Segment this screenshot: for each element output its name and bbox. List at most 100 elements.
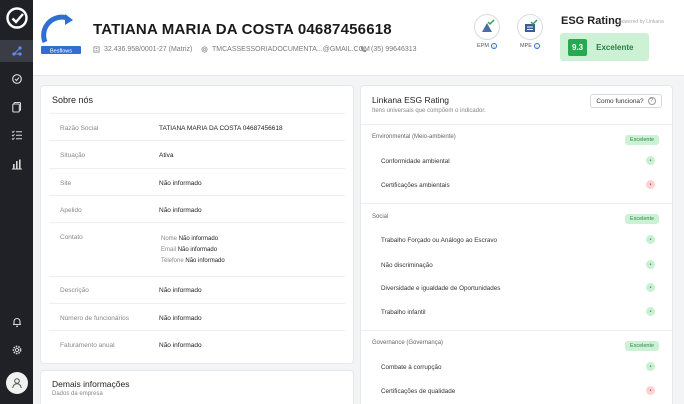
row-value: Não informado xyxy=(159,342,202,349)
divider xyxy=(49,195,345,196)
info-icon[interactable]: i xyxy=(533,43,540,49)
linkana-esg-card: Linkana ESG Rating Itens universais que … xyxy=(361,86,672,404)
more-info-subtitle: Dados da empresa xyxy=(52,391,103,397)
section-rating-badge: Excelente xyxy=(625,214,659,224)
phone-text[interactable]: (35) 99646313 xyxy=(371,46,417,53)
section-rating-badge: Excelente xyxy=(625,341,659,351)
divider xyxy=(361,203,672,204)
cnpj-info: 32.436.958/0001-27 (Matriz) xyxy=(93,46,192,53)
badge-epm-label: EPM xyxy=(477,43,489,49)
contact-phone: Telefone Não informado xyxy=(161,258,225,264)
epm-emblem-icon xyxy=(482,19,495,32)
status-fail-icon: • xyxy=(646,180,655,189)
row-value: Não informado xyxy=(159,287,202,294)
company-logo-text: Besflows xyxy=(50,49,72,55)
row-label: Faturamento anual xyxy=(60,342,115,349)
cnpj-text: 32.436.958/0001-27 (Matriz) xyxy=(104,46,193,53)
sidebar-item-refresh[interactable] xyxy=(0,68,33,90)
bar-chart-icon xyxy=(11,159,22,170)
row-label: Apelido xyxy=(60,207,82,214)
more-info-card: Demais informações Dados da empresa xyxy=(41,371,353,404)
sidebar-item-reports[interactable] xyxy=(0,153,33,175)
row-label: Contato xyxy=(60,234,83,241)
row-label: Razão Social xyxy=(60,125,99,132)
esg-rating-label: Excelente xyxy=(596,42,634,52)
checklist-icon xyxy=(11,130,22,141)
at-icon xyxy=(201,46,208,53)
row-label: Número de funcionários xyxy=(60,315,130,322)
phone-icon xyxy=(360,46,367,53)
gear-icon xyxy=(12,345,21,355)
row-label: Site xyxy=(60,180,72,187)
row-value: Não informado xyxy=(159,315,202,322)
linkana-title: Linkana ESG Rating xyxy=(372,95,450,105)
sidebar xyxy=(0,0,33,404)
bell-icon xyxy=(12,318,21,327)
esg-score: 9.3 xyxy=(568,38,588,56)
row-value: TATIANA MARIA DA COSTA 04687456618 xyxy=(159,125,283,132)
row-value: Não informado xyxy=(159,180,202,187)
esg-item-label: Certificações de qualidade xyxy=(381,388,456,395)
badge-mpe-label: MPE xyxy=(520,43,532,49)
email-text[interactable]: TMCASSESSORIADOCUMENTA...@GMAIL.COM xyxy=(212,46,370,53)
divider xyxy=(49,140,345,141)
how-it-works-label: Como funciona? xyxy=(596,97,644,105)
sidebar-item-checklist[interactable] xyxy=(0,124,33,146)
esg-rating-box: 9.3 Excelente xyxy=(560,33,649,61)
sidebar-item-settings[interactable] xyxy=(0,339,33,361)
badge-mpe[interactable]: MPE i xyxy=(512,14,548,49)
section-label-social: Social xyxy=(372,214,389,220)
documents-icon xyxy=(11,101,21,113)
divider xyxy=(49,222,345,223)
status-ok-icon: • xyxy=(646,260,655,269)
company-logo-icon: Besflows xyxy=(41,14,81,55)
section-rating-badge: Excelente xyxy=(625,135,659,145)
how-it-works-button[interactable]: Como funciona? ? xyxy=(590,94,662,108)
email-info: TMCASSESSORIADOCUMENTA...@GMAIL.COM xyxy=(201,46,370,53)
user-icon xyxy=(12,378,22,389)
about-title: Sobre nós xyxy=(52,95,94,105)
status-ok-icon: • xyxy=(646,156,655,165)
user-avatar[interactable] xyxy=(6,372,28,394)
status-ok-icon: • xyxy=(646,235,655,244)
esg-item-label: Trabalho Forçado ou Análogo ao Escravo xyxy=(381,237,497,244)
esg-item-label: Certificações ambientais xyxy=(381,182,450,189)
badge-epm[interactable]: EPM i xyxy=(469,14,505,49)
sidebar-item-documents[interactable] xyxy=(0,96,33,118)
app-logo-icon[interactable] xyxy=(6,7,28,29)
row-label: Situação xyxy=(60,152,86,159)
status-ok-icon: • xyxy=(646,283,655,292)
contact-email: Email Não informado xyxy=(161,247,218,253)
contact-name: Nome Não informado xyxy=(161,236,219,242)
building-icon xyxy=(93,46,100,53)
status-ok-icon: • xyxy=(646,362,655,371)
divider xyxy=(49,303,345,304)
esg-powered-by: powered by Linkana xyxy=(619,19,664,25)
row-value: Ativa xyxy=(159,152,174,159)
section-label-environmental: Environmental (Meio-ambiente) xyxy=(372,134,456,140)
status-ok-icon: • xyxy=(646,307,655,316)
section-label-governance: Governance (Governança) xyxy=(372,340,444,346)
company-name: TATIANA MARIA DA COSTA 04687456618 xyxy=(93,21,392,38)
divider xyxy=(49,168,345,169)
divider xyxy=(361,330,672,331)
sidebar-item-notifications[interactable] xyxy=(0,311,33,333)
row-value: Não informado xyxy=(159,207,202,214)
esg-item-label: Diversidade e igualdade de Oportunidades xyxy=(381,285,501,292)
esg-item-label: Trabalho infantil xyxy=(381,309,426,316)
esg-item-label: Combate à corrupção xyxy=(381,364,442,371)
esg-item-label: Conformidade ambiental xyxy=(381,158,450,165)
divider xyxy=(49,330,345,331)
network-icon xyxy=(11,46,22,56)
phone-info: (35) 99646313 xyxy=(360,46,417,53)
esg-title: ESG Rating xyxy=(561,15,622,27)
info-icon[interactable]: i xyxy=(490,43,497,49)
sidebar-item-network[interactable] xyxy=(0,40,33,62)
row-label: Descrição xyxy=(60,287,89,294)
mpe-badge-circle xyxy=(517,14,543,40)
esg-item-label: Não discriminação xyxy=(381,262,433,269)
divider xyxy=(49,276,345,277)
more-info-title: Demais informações xyxy=(52,379,130,389)
company-header: Besflows TATIANA MARIA DA COSTA 04687456… xyxy=(33,0,684,76)
divider xyxy=(49,113,345,114)
